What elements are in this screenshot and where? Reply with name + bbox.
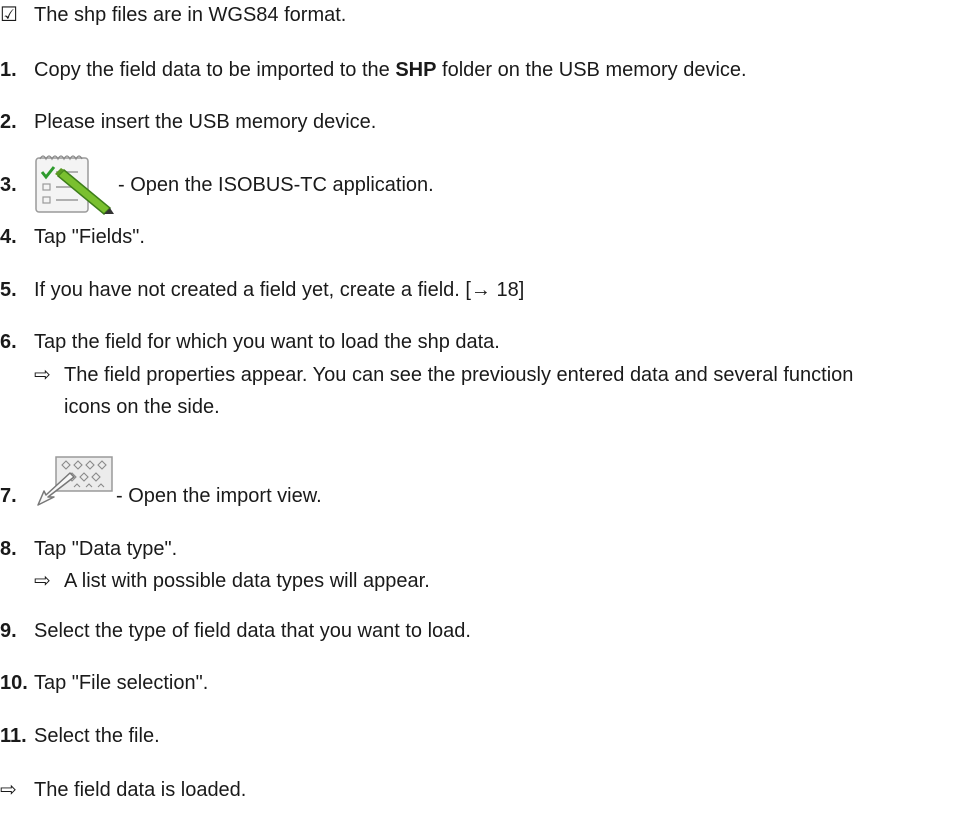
step-11: 11. Select the file. — [0, 725, 160, 748]
step-7: 7. - Open the import view. — [0, 485, 322, 508]
step-number: 4. — [0, 226, 17, 248]
step-text: Select the type of field data that you w… — [34, 620, 471, 642]
checkbox-icon: ☑ — [0, 4, 18, 26]
final-result-text: The field data is loaded. — [34, 779, 247, 801]
step-number: 5. — [0, 279, 17, 301]
result-arrow-icon: ⇨ — [34, 570, 51, 592]
step-number: 7. — [0, 485, 17, 507]
step-text: Tap the field for which you want to load… — [34, 331, 500, 353]
step-9: 9. Select the type of field data that yo… — [0, 620, 471, 643]
result-arrow-icon: ⇨ — [0, 779, 17, 801]
step-text: Please insert the USB memory device. — [34, 111, 377, 133]
step-text: Copy the field data to be imported to th… — [34, 59, 747, 81]
step-number: 10. — [0, 672, 28, 694]
step-text: If you have not created a field yet, cre… — [34, 279, 525, 301]
step-number: 6. — [0, 331, 17, 353]
prerequisite-text: The shp files are in WGS84 format. — [34, 4, 347, 26]
prerequisite: ☑ The shp files are in WGS84 format. — [0, 2, 346, 27]
step-text: Tap "Data type". — [34, 538, 178, 560]
step-number: 1. — [0, 59, 17, 81]
step-3: 3. - Open the ISOBUS-TC application. — [0, 174, 434, 197]
step-8-result: ⇨ A list with possible data types will a… — [34, 566, 430, 596]
step-text: Tap "Fields". — [34, 226, 145, 248]
result-text: A list with possible data types will app… — [64, 570, 430, 592]
step-number: 9. — [0, 620, 17, 642]
step-text: Select the file. — [34, 725, 160, 747]
final-result: ⇨ The field data is loaded. — [0, 777, 246, 802]
step-number: 8. — [0, 538, 17, 560]
result-arrow-icon: ⇨ — [34, 364, 51, 386]
step-number: 3. — [0, 174, 17, 196]
step-6-result: ⇨ The field properties appear. You can s… — [34, 360, 853, 390]
step-number: 11. — [0, 725, 27, 747]
step-8: 8. Tap "Data type". — [0, 538, 177, 561]
step-number: 2. — [0, 111, 17, 133]
result-text: icons on the side. — [64, 396, 220, 418]
step-5: 5. If you have not created a field yet, … — [0, 279, 524, 302]
step-2: 2. Please insert the USB memory device. — [0, 111, 376, 134]
step-6-result-cont: icons on the side. — [64, 392, 220, 422]
result-text: The field properties appear. You can see… — [64, 364, 854, 386]
step-1: 1. Copy the field data to be imported to… — [0, 59, 747, 82]
step-6: 6. Tap the field for which you want to l… — [0, 331, 500, 354]
step-4: 4. Tap "Fields". — [0, 226, 145, 249]
step-text: - Open the import view. — [116, 485, 322, 507]
step-text: - Open the ISOBUS-TC application. — [118, 174, 434, 196]
step-10: 10. Tap "File selection". — [0, 672, 208, 695]
step-text: Tap "File selection". — [34, 672, 209, 694]
